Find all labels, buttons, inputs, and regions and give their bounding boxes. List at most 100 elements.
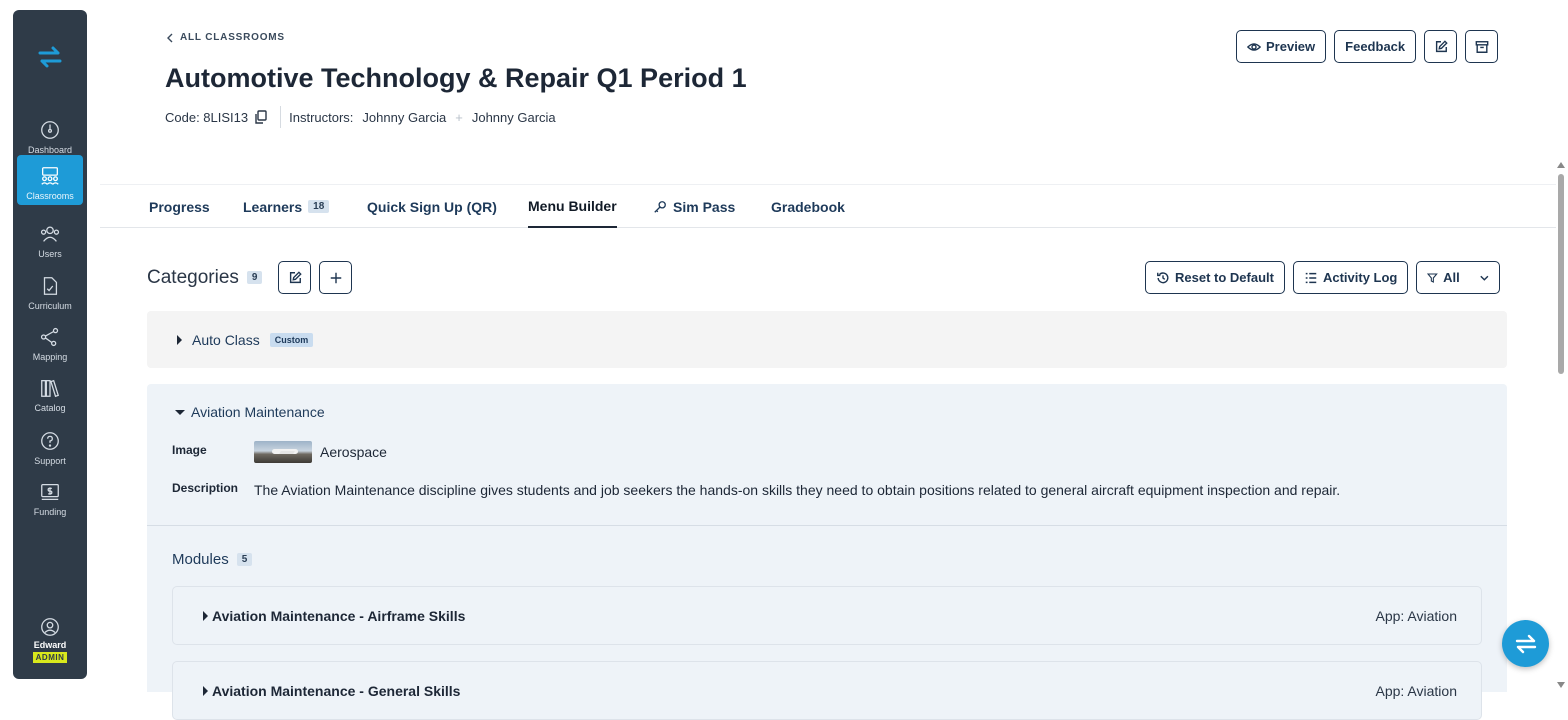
filter-icon bbox=[1427, 272, 1439, 283]
support-icon bbox=[41, 432, 59, 450]
sidebar-item-funding[interactable]: Funding bbox=[17, 471, 83, 521]
catalog-icon bbox=[41, 379, 60, 398]
add-category-button[interactable] bbox=[319, 261, 353, 294]
archive-icon bbox=[1475, 40, 1489, 53]
module-app: App: Aviation bbox=[1375, 607, 1457, 624]
edit-categories-button[interactable] bbox=[278, 261, 312, 294]
tab-gradebook[interactable]: Gradebook bbox=[771, 185, 845, 228]
sidebar-item-label: Classrooms bbox=[26, 191, 74, 201]
user-name: Edward bbox=[33, 640, 67, 650]
category-toggle[interactable]: Aviation Maintenance bbox=[175, 404, 325, 420]
edit-icon bbox=[289, 270, 302, 283]
page-title: Automotive Technology & Repair Q1 Period… bbox=[165, 63, 747, 93]
tab-bar: Progress Learners 18 Quick Sign Up (QR) … bbox=[100, 184, 1556, 228]
instructor-name: Johnny Garcia bbox=[362, 109, 447, 125]
module-app: App: Aviation bbox=[1375, 682, 1457, 699]
sidebar: Dashboard Classrooms Users Curriculum Ma… bbox=[13, 10, 87, 679]
reset-to-default-button[interactable]: Reset to Default bbox=[1145, 261, 1285, 294]
tab-quick-sign-up[interactable]: Quick Sign Up (QR) bbox=[367, 185, 497, 228]
plus-icon bbox=[330, 272, 342, 283]
archive-button[interactable] bbox=[1465, 30, 1499, 63]
category-name: Auto Class bbox=[192, 331, 260, 348]
eye-icon bbox=[1247, 42, 1261, 51]
categories-title: Categories bbox=[147, 266, 239, 288]
modules-count-badge: 5 bbox=[236, 553, 253, 566]
categories-header: Categories 9 bbox=[147, 261, 353, 294]
sidebar-item-label: Mapping bbox=[32, 352, 68, 362]
tab-progress[interactable]: Progress bbox=[149, 185, 210, 228]
tab-menu-builder[interactable]: Menu Builder bbox=[528, 185, 617, 228]
sidebar-item-label: Curriculum bbox=[28, 301, 72, 311]
category-name: Aviation Maintenance bbox=[191, 404, 325, 420]
sidebar-item-label: Funding bbox=[33, 507, 67, 517]
category-row[interactable]: Auto Class Custom bbox=[147, 311, 1507, 368]
sidebar-item-classrooms[interactable]: Classrooms bbox=[17, 155, 83, 205]
scroll-down-arrow[interactable] bbox=[1557, 682, 1565, 688]
feedback-button[interactable]: Feedback bbox=[1334, 30, 1417, 63]
module-name: Aviation Maintenance - General Skills bbox=[212, 682, 461, 699]
instructor-name: Johnny Garcia bbox=[471, 109, 556, 125]
copy-icon[interactable] bbox=[254, 110, 268, 124]
caret-right-icon[interactable] bbox=[177, 334, 182, 345]
chevron-left-icon bbox=[167, 33, 173, 42]
sidebar-item-label: Catalog bbox=[34, 403, 66, 413]
sidebar-item-users[interactable]: Users bbox=[17, 213, 83, 263]
mapping-icon bbox=[40, 327, 59, 347]
module-name: Aviation Maintenance - Airframe Skills bbox=[212, 607, 466, 624]
plus-separator: + bbox=[455, 109, 463, 125]
filter-dropdown[interactable]: All bbox=[1416, 261, 1501, 294]
preview-button[interactable]: Preview bbox=[1236, 30, 1327, 63]
description-text: The Aviation Maintenance discipline give… bbox=[254, 482, 1341, 498]
divider bbox=[280, 106, 282, 128]
chevron-down-icon bbox=[1479, 275, 1489, 281]
list-icon bbox=[1305, 272, 1317, 283]
caret-down-icon[interactable] bbox=[175, 409, 185, 415]
curriculum-icon bbox=[43, 277, 58, 295]
tab-learners[interactable]: Learners 18 bbox=[243, 185, 330, 228]
role-badge: ADMIN bbox=[32, 652, 68, 663]
scroll-up-arrow[interactable] bbox=[1557, 162, 1565, 168]
tab-sim-pass[interactable]: Sim Pass bbox=[653, 185, 735, 228]
module-row[interactable]: Aviation Maintenance - Airframe Skills A… bbox=[172, 586, 1482, 645]
sidebar-item-dashboard[interactable]: Dashboard bbox=[17, 109, 83, 159]
image-name: Aerospace bbox=[320, 444, 387, 460]
scrollbar[interactable] bbox=[1557, 162, 1565, 692]
caret-right-icon[interactable] bbox=[203, 610, 208, 621]
breadcrumb-link[interactable]: ALL CLASSROOMS bbox=[180, 32, 285, 43]
sidebar-item-catalog[interactable]: Catalog bbox=[17, 367, 83, 417]
modules-header: Modules 5 bbox=[172, 551, 260, 568]
key-icon bbox=[654, 200, 666, 213]
categories-actions: Reset to Default Activity Log All bbox=[1145, 261, 1501, 294]
logo-arrows-icon[interactable] bbox=[37, 44, 63, 70]
swap-arrows-icon bbox=[1515, 634, 1536, 653]
sidebar-item-mapping[interactable]: Mapping bbox=[17, 316, 83, 366]
sidebar-item-label: Dashboard bbox=[27, 145, 73, 155]
learners-count-badge: 18 bbox=[308, 200, 330, 213]
edit-button[interactable] bbox=[1424, 30, 1458, 63]
sidebar-item-label: Users bbox=[38, 249, 62, 259]
divider bbox=[147, 525, 1507, 526]
category-thumbnail bbox=[254, 441, 312, 463]
sidebar-item-support[interactable]: Support bbox=[17, 420, 83, 470]
module-row[interactable]: Aviation Maintenance - General Skills Ap… bbox=[172, 661, 1482, 720]
sidebar-item-curriculum[interactable]: Curriculum bbox=[17, 265, 83, 315]
activity-log-button[interactable]: Activity Log bbox=[1292, 261, 1409, 294]
user-profile[interactable]: Edward ADMIN bbox=[17, 616, 83, 663]
dashboard-icon bbox=[41, 121, 59, 139]
scroll-thumb[interactable] bbox=[1558, 174, 1564, 374]
funding-icon bbox=[41, 484, 59, 500]
category-panel-expanded: Aviation Maintenance Image Aerospace Des… bbox=[147, 384, 1507, 720]
instructors-label: Instructors: bbox=[289, 109, 354, 125]
floating-chat-button[interactable] bbox=[1502, 620, 1549, 667]
sidebar-item-label: Support bbox=[34, 456, 66, 466]
description-label: Description bbox=[172, 481, 239, 495]
classroom-code: Code: 8LISI13 bbox=[165, 109, 249, 125]
breadcrumb[interactable]: ALL CLASSROOMS bbox=[166, 32, 285, 43]
classroom-meta: Code: 8LISI13 Instructors: Johnny Garcia… bbox=[165, 106, 556, 128]
caret-right-icon[interactable] bbox=[203, 685, 208, 696]
classrooms-icon bbox=[41, 167, 59, 185]
header-actions: Preview Feedback bbox=[1236, 30, 1499, 63]
users-icon bbox=[40, 226, 60, 242]
custom-badge: Custom bbox=[269, 332, 314, 347]
history-icon bbox=[1157, 271, 1169, 283]
